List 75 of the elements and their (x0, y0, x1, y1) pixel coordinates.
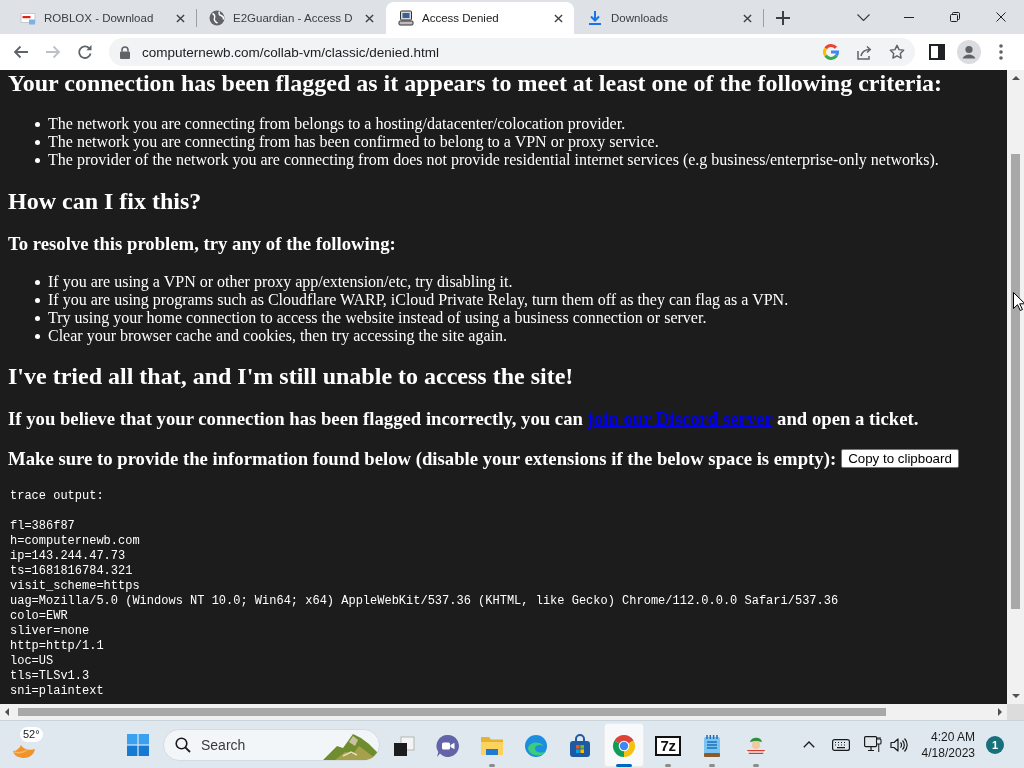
browser-tab[interactable]: Access Denied (386, 2, 574, 34)
kebab-menu-icon (999, 44, 1003, 60)
section-heading: Your connection has been flagged as it appears to meet at least one of the following criteria: (8, 70, 944, 97)
chevron-down-icon (856, 13, 870, 21)
instruction-text: Make sure to provide the information found below (disable your extensions if the below space is empty): (8, 447, 837, 470)
shopping-bag-icon (568, 733, 592, 758)
bullet-icon (35, 333, 40, 339)
logo-icon (20, 10, 36, 26)
bullet-icon (35, 140, 40, 146)
chevron-up-icon (803, 741, 815, 748)
address-bar[interactable]: computernewb.com/collab-vm/classic/denied.html (109, 38, 915, 66)
minimize-icon (904, 16, 914, 18)
horizontal-scrollbar[interactable] (0, 704, 1007, 720)
bullet-icon (35, 297, 40, 303)
volume-icon (890, 736, 908, 753)
copy-button[interactable]: Copy to clipboard (841, 449, 959, 469)
taskbar-app-button[interactable]: 7z (648, 722, 688, 767)
bullet-icon (35, 158, 40, 164)
section-heading: I've tried all that, and I'm still unable to access the site! (8, 362, 575, 390)
search-icon (175, 736, 191, 753)
vertical-scrollbar[interactable] (1007, 70, 1024, 704)
search-bar[interactable]: Search (163, 728, 380, 761)
search-input[interactable]: Search (201, 736, 323, 753)
list-item-text: If you are using programs such as Cloudflare WARP, iCloud Private Relay, turn them off as they can flag as a VPN. (48, 290, 789, 309)
bullet-icon (35, 315, 40, 321)
clock-button[interactable]: 4:20 AM 4/18/2023 (918, 724, 985, 765)
task-view-icon (392, 733, 416, 758)
bullet-icon (35, 279, 40, 285)
side-panel-icon (929, 44, 945, 60)
bullet-icon (35, 122, 40, 128)
list-item-text: The provider of the network you are connecting from does not provide residential internet services (e.g business/enterprise-only networks). (48, 151, 939, 170)
wired-network-icon (864, 736, 882, 753)
list-item-text: Clear your browser cache and cookies, then try accessing the site again. (48, 326, 507, 345)
mouse-pointer-icon (1013, 292, 1024, 311)
arrow-left-icon (5, 708, 9, 716)
trace-output: trace output: fl=386f87 h=computernewb.com ip=143.244.47.73 ts=1681816784.321 visit_scheme=https uag=Mozilla/5.0 (Windows NT 10.0; Win64; x64) AppleWebKit/537.36 (KHTML, like Gecko) Chrome/112.0.0.0 Safari/537.36 colo=EWR sliver=none http=http/1.1 loc=US tls=TLSv1.3 sni=plaintext (10, 488, 840, 699)
subheading: To resolve this problem, try any of the following: (8, 233, 397, 256)
section-heading: How can I fix this? (8, 187, 203, 215)
list-item-text: The network you are connecting from has been confirmed to belong to a VPN or proxy service. (48, 133, 659, 152)
close-icon (553, 13, 563, 23)
browser-logo-icon (612, 733, 636, 758)
restore-icon (950, 12, 960, 22)
close-icon (742, 13, 752, 23)
list-item-text: Try using your home connection to access the website instead of using a business connection or server. (48, 308, 707, 327)
close-icon (996, 12, 1006, 22)
plus-icon (776, 11, 790, 25)
globe-icon (209, 10, 225, 26)
arrow-up-icon (1011, 76, 1020, 80)
computer-icon (398, 10, 414, 26)
close-icon (364, 13, 374, 23)
list-item-text: The network you are connecting from belongs to a hosting/datacenter/colocation provider. (48, 115, 626, 134)
avatar-icon (957, 40, 981, 64)
swirl-logo-icon (524, 733, 548, 758)
ticket-instructions: If you believe that your connection has been flagged incorrectly, you can join our Discord server and open a ticket. (8, 408, 920, 431)
g-logo-icon (823, 44, 839, 60)
scrollbar-corner (1007, 704, 1024, 720)
browser-tab[interactable]: E2Guardian - Access D (197, 2, 385, 34)
windows-logo-icon (127, 733, 149, 756)
list-item-text: If you are using a VPN or other proxy app/extension/etc, try disabling it. (48, 272, 513, 291)
download-icon (587, 10, 603, 26)
notification-count[interactable]: 1 (986, 735, 1004, 754)
reload-icon (77, 44, 93, 60)
close-icon (175, 13, 185, 23)
browser-tab[interactable]: Downloads (575, 2, 763, 34)
lock-icon[interactable] (119, 45, 131, 59)
browser-tab[interactable]: ROBLOX - Download (8, 2, 196, 34)
star-icon (889, 44, 905, 60)
arrow-right-icon (998, 708, 1002, 716)
arrow-down-icon (1011, 694, 1020, 698)
share-icon (856, 44, 872, 60)
scrollbar-thumb[interactable] (18, 708, 886, 716)
weather-button[interactable]: 52° (8, 724, 48, 765)
scrollbar-thumb[interactable] (1011, 154, 1020, 609)
video-chat-icon (436, 733, 460, 758)
keyboard-icon (832, 738, 850, 751)
